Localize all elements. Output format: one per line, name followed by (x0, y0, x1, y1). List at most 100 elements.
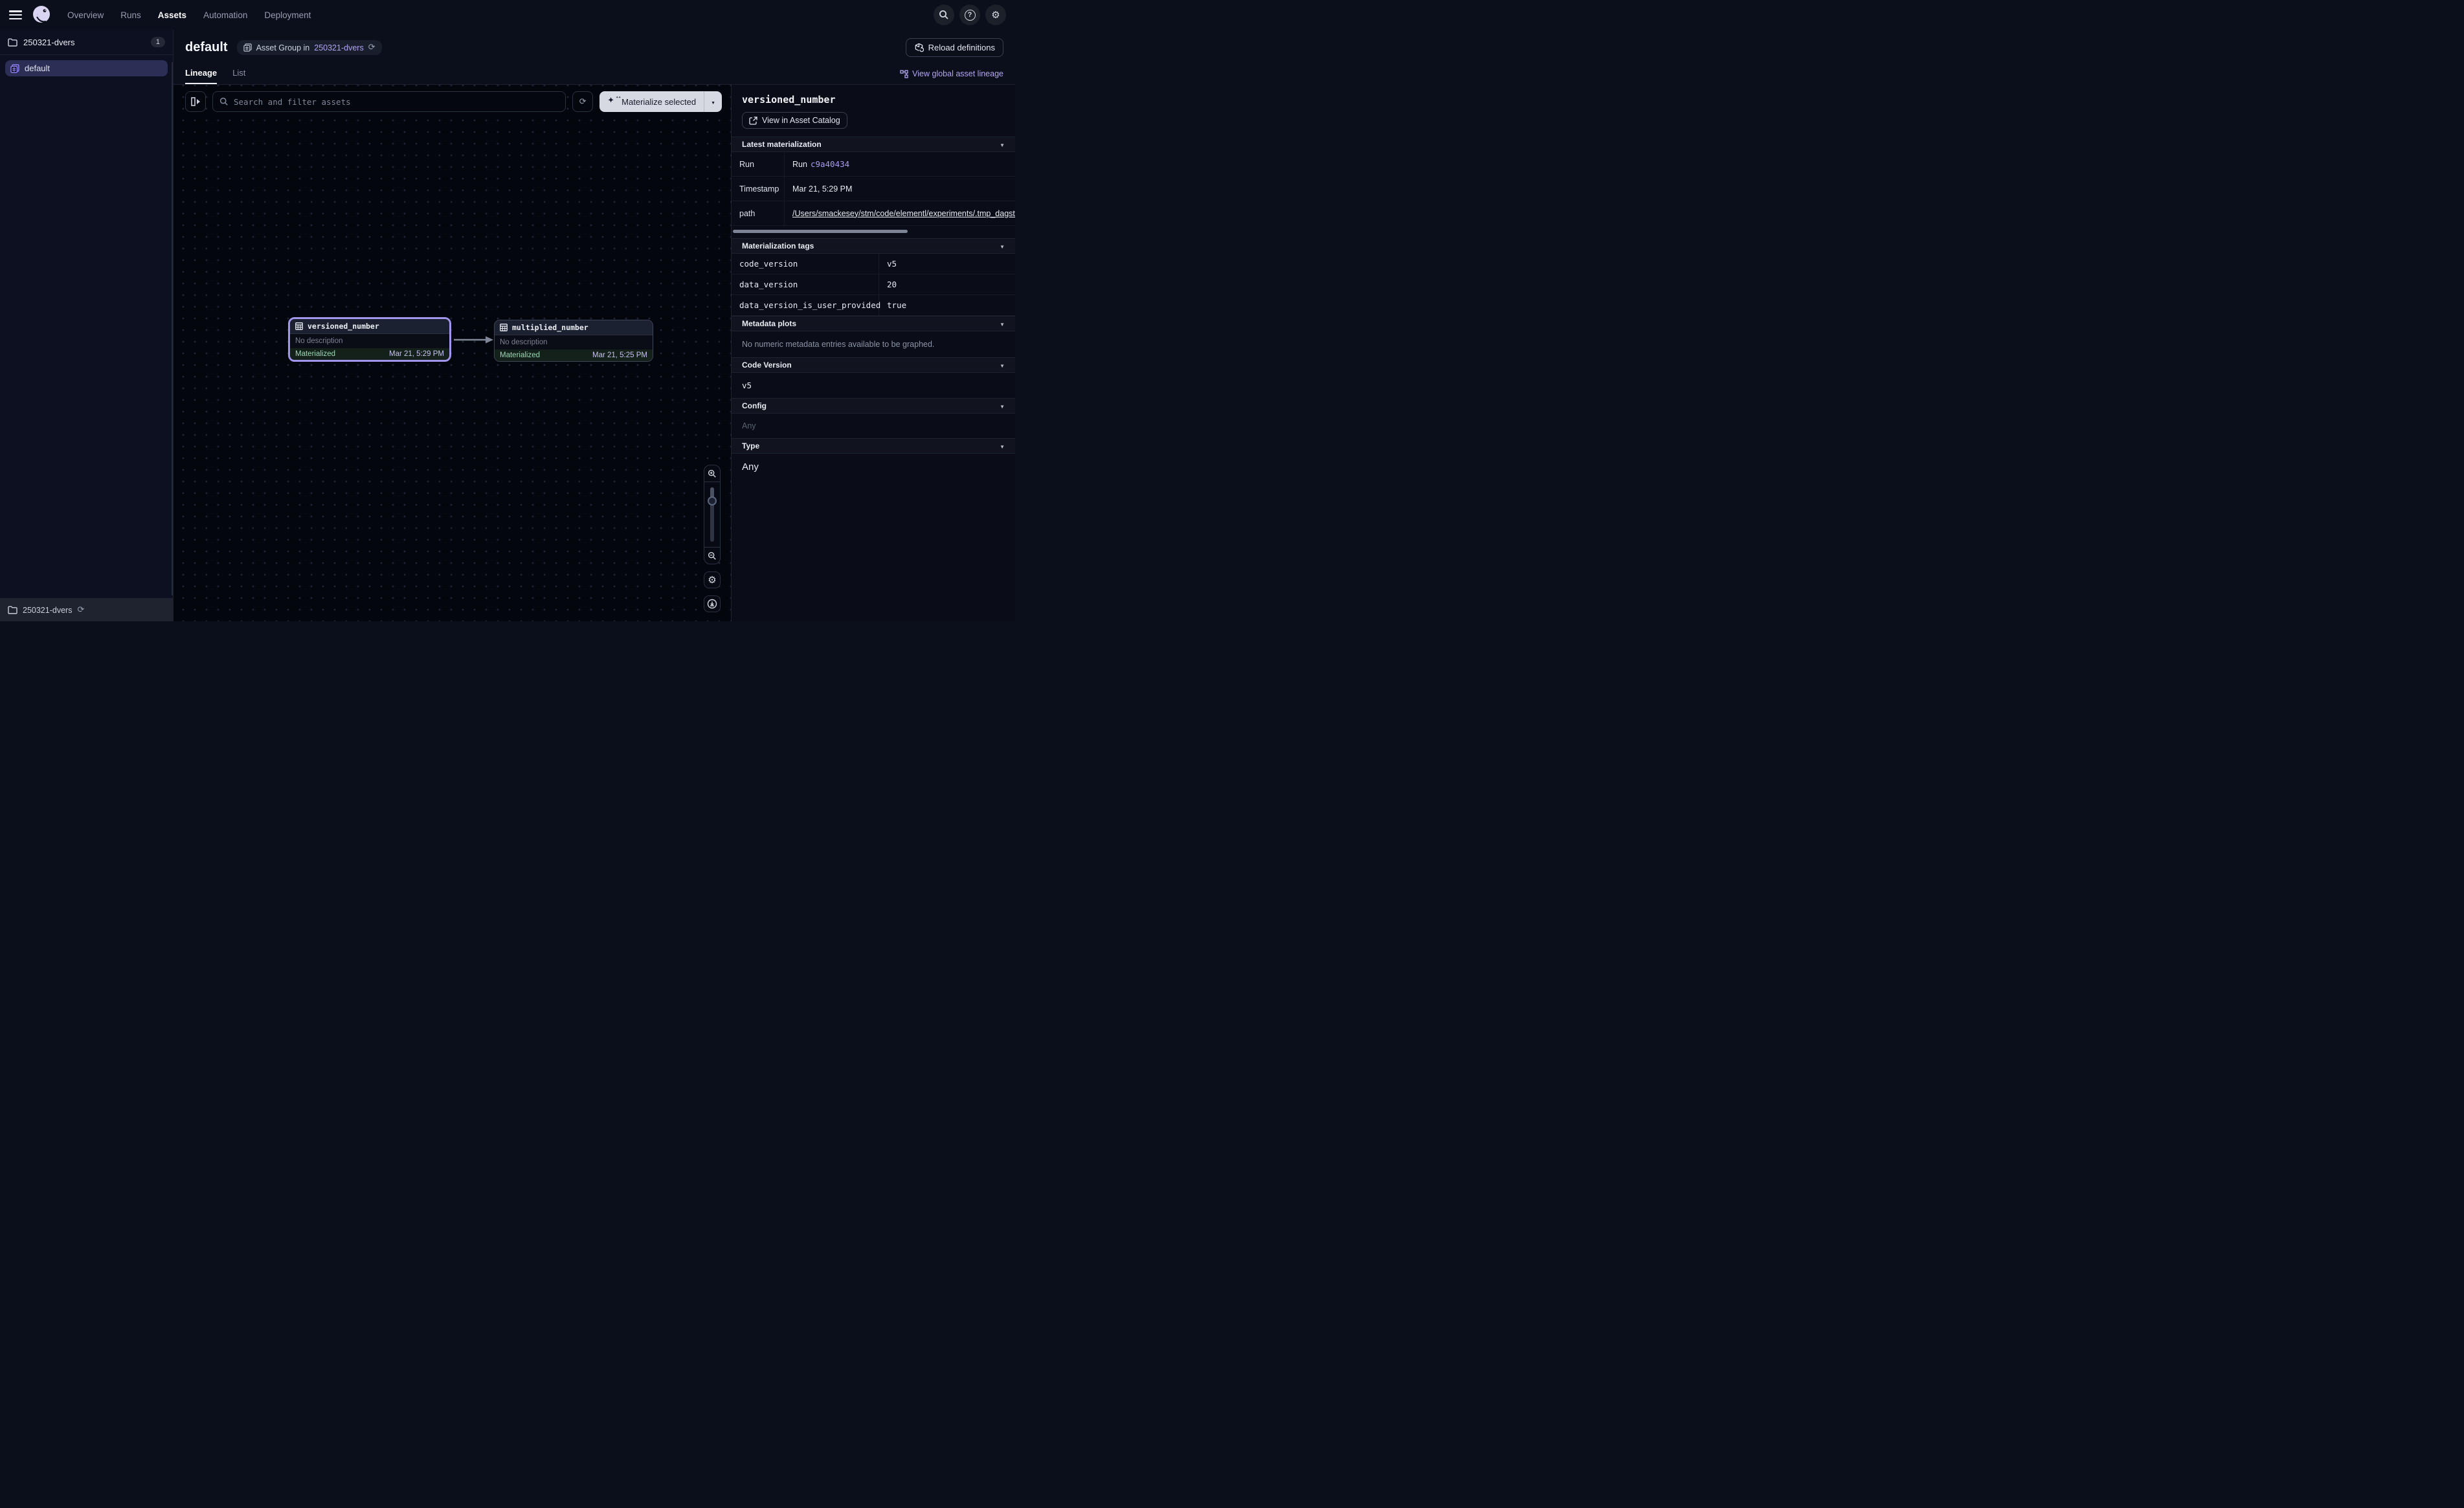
lineage-canvas[interactable]: Materialize selected versioned_number (174, 85, 731, 621)
sidebar-footer-name: 250321-dvers (23, 606, 72, 615)
search-icon (939, 10, 949, 20)
section-materialization-tags[interactable]: Materialization tags (732, 238, 1015, 254)
view-tabs: Lineage List (185, 68, 245, 84)
asset-detail-title: versioned_number (742, 94, 1005, 105)
materialize-selected-button[interactable]: Materialize selected (599, 91, 722, 112)
download-graph-button[interactable] (704, 595, 721, 612)
section-code-version[interactable]: Code Version (732, 357, 1015, 373)
gear-icon (991, 9, 1000, 21)
chevron-down-icon[interactable] (1000, 241, 1005, 250)
table-icon (500, 324, 508, 331)
view-in-asset-catalog-button[interactable]: View in Asset Catalog (742, 112, 847, 129)
section-latest-materialization[interactable]: Latest materialization (732, 137, 1015, 152)
asset-node-timestamp: Mar 21, 5:25 PM (592, 351, 647, 359)
view-in-asset-catalog-label: View in Asset Catalog (762, 116, 840, 125)
tab-lineage[interactable]: Lineage (185, 68, 217, 84)
lineage-edge (453, 335, 495, 345)
asset-search-input[interactable] (234, 97, 559, 107)
type-value: Any (732, 454, 1015, 480)
zoom-slider-thumb[interactable] (708, 496, 717, 505)
row-label: path (732, 201, 785, 226)
zoom-in-button[interactable] (704, 465, 720, 482)
help-icon: ? (965, 10, 976, 21)
asset-node-status: Materialized (500, 351, 540, 359)
asset-node-timestamp: Mar 21, 5:29 PM (389, 350, 444, 358)
lineage-toolbar: Materialize selected (185, 91, 722, 112)
asset-search-box (212, 91, 566, 112)
sidebar-group-count-badge: 1 (151, 37, 165, 47)
section-metadata-plots[interactable]: Metadata plots (732, 316, 1015, 331)
hamburger-menu-icon[interactable] (9, 10, 22, 19)
code-version-value: v5 (732, 373, 1015, 398)
asset-node-versioned-number[interactable]: versioned_number No description Material… (288, 317, 451, 362)
materialize-dropdown-button[interactable] (704, 91, 722, 112)
badge-text: Asset Group in (256, 43, 310, 52)
search-button[interactable] (934, 5, 954, 25)
help-button[interactable]: ? (959, 5, 980, 25)
asset-node-multiplied-number[interactable]: multiplied_number No description Materia… (494, 320, 653, 362)
nav-item-runs[interactable]: Runs (120, 10, 141, 20)
section-type[interactable]: Type (732, 438, 1015, 454)
asset-group-icon (243, 43, 252, 52)
tag-value: 20 (879, 274, 1015, 295)
asset-group-icon (10, 64, 19, 73)
refresh-icon[interactable] (77, 605, 84, 615)
zoom-out-button[interactable] (704, 547, 720, 564)
refresh-graph-button[interactable] (572, 91, 593, 112)
search-icon (219, 97, 229, 106)
nav-item-deployment[interactable]: Deployment (264, 10, 311, 20)
page-header: default Asset Group in 250321-dvers Relo… (174, 30, 1015, 85)
row-label: Timestamp (732, 177, 785, 201)
page-title: default (185, 40, 228, 55)
expand-panel-button[interactable] (185, 91, 206, 112)
run-id-link[interactable]: c9a40434 (811, 159, 849, 169)
chevron-down-icon (711, 96, 715, 107)
settings-button[interactable] (985, 5, 1006, 25)
row-label: Run (732, 152, 785, 177)
reload-definitions-button[interactable]: Reload definitions (906, 38, 1003, 57)
tag-key: data_version_is_user_provided (732, 295, 879, 316)
horizontal-scrollbar-thumb[interactable] (733, 230, 908, 233)
path-value: /Users/smackesey/stm/code/elementl/exper… (785, 201, 1015, 226)
dagster-logo-icon[interactable] (31, 5, 52, 25)
view-global-asset-lineage-link[interactable]: View global asset lineage (900, 69, 1003, 78)
chevron-down-icon[interactable] (1000, 319, 1005, 328)
asset-groups-sidebar: 250321-dvers 1 default 250321-dvers (0, 30, 174, 621)
nav-links: Overview Runs Assets Automation Deployme… (67, 10, 311, 20)
config-value: Any (732, 414, 1015, 438)
asset-group-badge: Asset Group in 250321-dvers (237, 40, 382, 55)
asset-node-description: No description (495, 335, 653, 349)
zoom-slider-track[interactable] (710, 487, 714, 542)
section-config[interactable]: Config (732, 398, 1015, 414)
table-icon (295, 322, 303, 330)
section-title: Latest materialization (742, 140, 822, 149)
sidebar-item-default[interactable]: default (5, 60, 168, 76)
chevron-down-icon[interactable] (1000, 441, 1005, 450)
section-title: Materialization tags (742, 241, 814, 250)
external-link-icon (749, 116, 757, 125)
graph-settings-button[interactable] (704, 571, 721, 588)
badge-group-link[interactable]: 250321-dvers (314, 43, 363, 52)
zoom-slider[interactable] (704, 482, 720, 547)
run-prefix: Run (792, 160, 807, 169)
refresh-icon[interactable] (368, 43, 375, 52)
zoom-out-icon (708, 551, 717, 560)
tab-list[interactable]: List (232, 68, 245, 84)
sidebar-scrollbar[interactable] (172, 62, 173, 595)
nav-item-automation[interactable]: Automation (203, 10, 247, 20)
sidebar-group-row[interactable]: 250321-dvers 1 (0, 30, 173, 55)
folder-icon (8, 606, 17, 614)
reload-definitions-label: Reload definitions (928, 43, 995, 52)
nav-item-overview[interactable]: Overview (67, 10, 104, 20)
folder-icon (8, 38, 17, 47)
metadata-plots-empty-message: No numeric metadata entries available to… (732, 331, 1015, 357)
chevron-down-icon[interactable] (1000, 360, 1005, 370)
run-value: Run c9a40434 (785, 152, 1015, 177)
chevron-down-icon[interactable] (1000, 140, 1005, 149)
section-title: Config (742, 401, 767, 410)
path-link[interactable]: /Users/smackesey/stm/code/elementl/exper… (792, 209, 1015, 218)
chevron-down-icon[interactable] (1000, 401, 1005, 410)
sidebar-item-label: default (25, 63, 50, 73)
sidebar-group-name: 250321-dvers (23, 38, 75, 47)
nav-item-assets[interactable]: Assets (158, 10, 186, 20)
